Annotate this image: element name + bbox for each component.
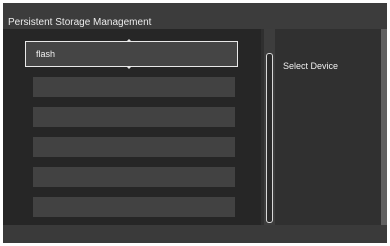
device-list: flash bbox=[3, 29, 261, 225]
page-title: Persistent Storage Management bbox=[8, 17, 152, 28]
device-list-item[interactable] bbox=[33, 197, 235, 217]
device-list-item-label: flash bbox=[36, 49, 56, 59]
footer-bar bbox=[3, 225, 387, 243]
device-list-item-flash[interactable]: flash bbox=[25, 39, 238, 69]
title-bar-edge bbox=[381, 3, 387, 29]
scroll-down-indicator-icon bbox=[127, 67, 131, 69]
device-list-item[interactable] bbox=[33, 107, 235, 127]
storage-management-screen: Persistent Storage Management flash Sele… bbox=[3, 3, 387, 243]
title-bar: Persistent Storage Management bbox=[3, 3, 387, 29]
select-device-label: Select Device bbox=[283, 61, 339, 71]
device-detail-panel: Select Device bbox=[275, 29, 381, 225]
device-list-item[interactable] bbox=[33, 167, 235, 187]
device-list-item[interactable] bbox=[33, 77, 235, 97]
device-list-scrollbar[interactable] bbox=[264, 29, 275, 225]
scrollbar-thumb[interactable] bbox=[266, 53, 273, 223]
scroll-up-indicator-icon bbox=[127, 39, 131, 41]
detail-panel-edge bbox=[381, 29, 387, 225]
device-list-item[interactable] bbox=[33, 137, 235, 157]
